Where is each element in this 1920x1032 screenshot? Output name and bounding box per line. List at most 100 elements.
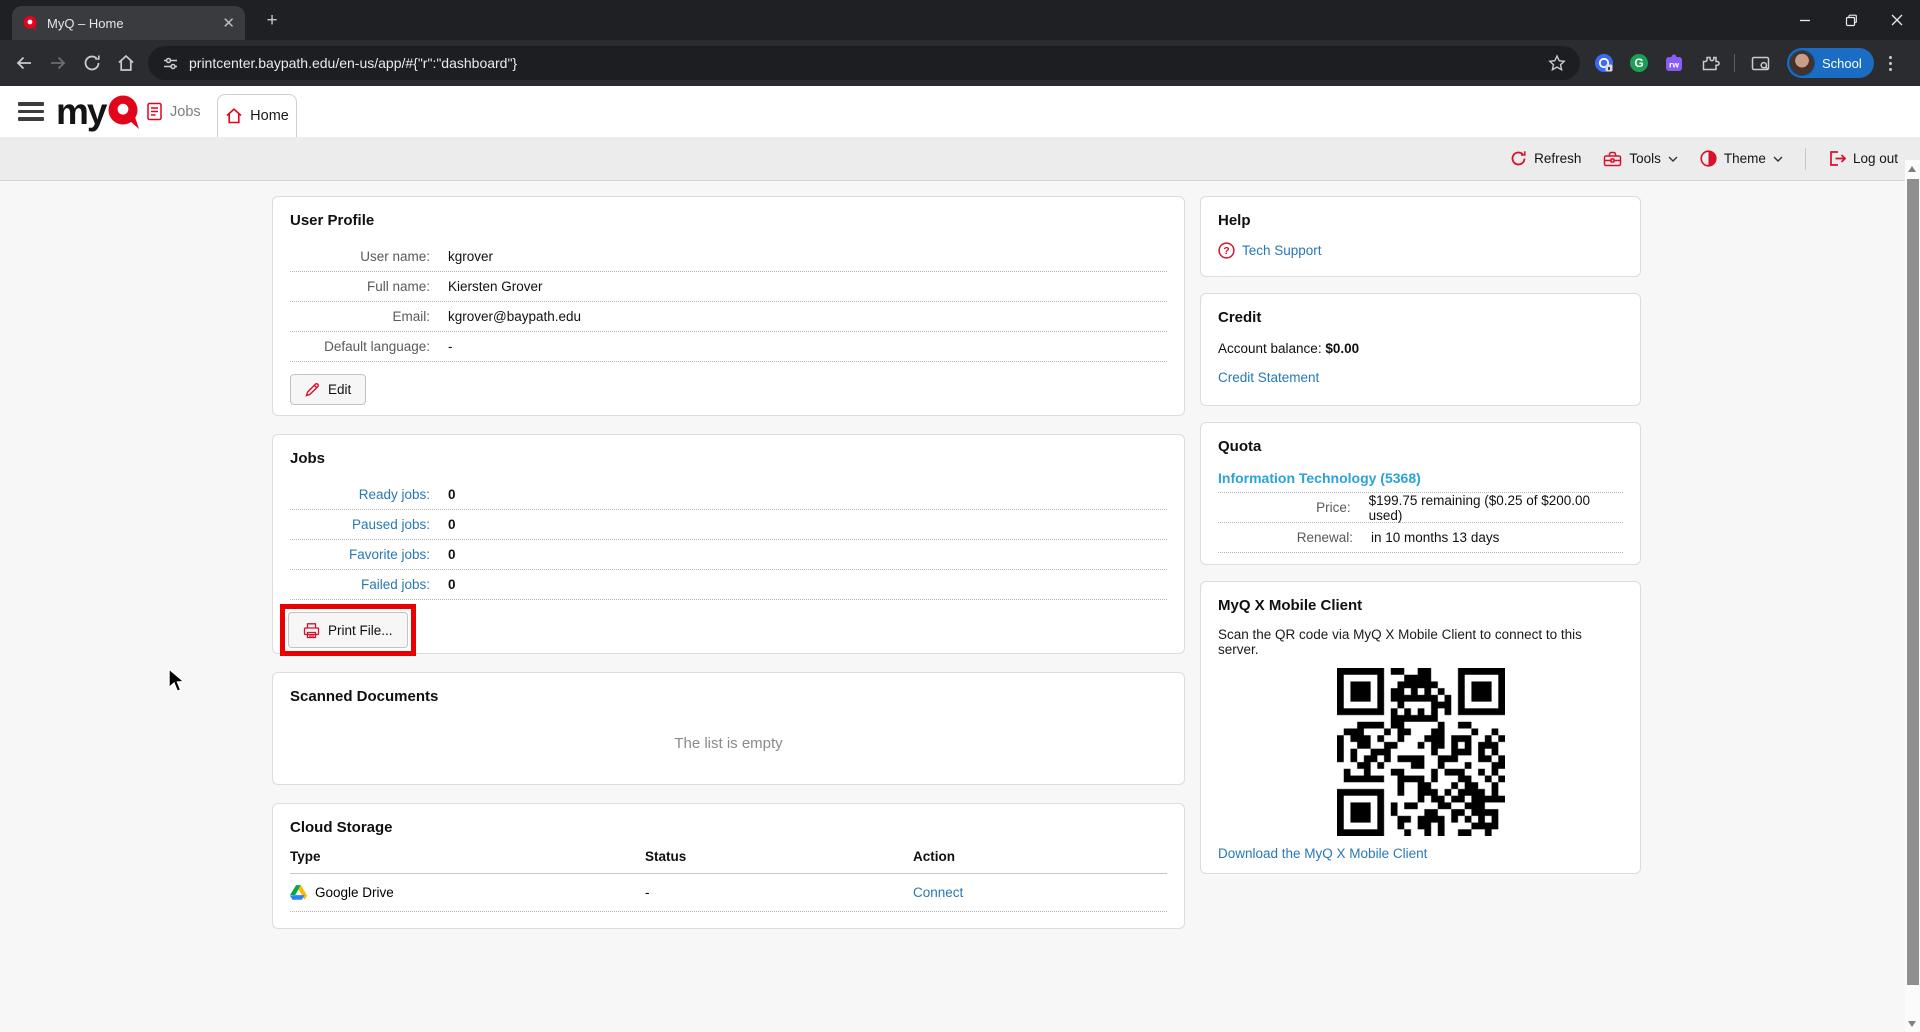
- row-value: 0: [448, 487, 456, 502]
- tab-home[interactable]: Home: [217, 94, 297, 137]
- print-file-label: Print File...: [328, 622, 393, 638]
- chevron-down-icon: [1773, 156, 1783, 162]
- home-icon: [225, 107, 243, 125]
- jobs-document-icon: [146, 102, 163, 121]
- site-settings-icon[interactable]: [162, 55, 179, 72]
- jobs-row-failed: Failed jobs: 0: [290, 570, 1167, 600]
- dashboard-content: User Profile User name: kgrover Full nam…: [0, 181, 1920, 1032]
- tab-close-icon[interactable]: ✕: [222, 16, 235, 31]
- theme-button[interactable]: Theme: [1700, 150, 1783, 167]
- pencil-icon: [305, 382, 320, 397]
- column-status: Status: [645, 849, 687, 864]
- extensions-puzzle-icon[interactable]: [1695, 49, 1723, 77]
- cloud-storage-card: Cloud Storage Type Status Action Google …: [272, 803, 1185, 929]
- refresh-button[interactable]: Refresh: [1510, 150, 1581, 167]
- credit-title: Credit: [1218, 309, 1262, 326]
- ready-jobs-link[interactable]: Ready jobs:: [290, 487, 430, 502]
- user-profile-card: User Profile User name: kgrover Full nam…: [272, 196, 1185, 416]
- column-type: Type: [290, 849, 321, 864]
- failed-jobs-link[interactable]: Failed jobs:: [290, 577, 430, 592]
- url-text[interactable]: printcenter.baypath.edu/en-us/app/#{"r":…: [189, 55, 1538, 71]
- quota-row-renewal: Renewal: in 10 months 13 days: [1218, 523, 1623, 553]
- quota-card: Quota Information Technology (5368) Pric…: [1200, 422, 1641, 565]
- profile-row-email: Email: kgrover@baypath.edu: [290, 302, 1167, 332]
- url-bar[interactable]: printcenter.baypath.edu/en-us/app/#{"r":…: [148, 46, 1580, 80]
- question-circle-icon: ?: [1218, 242, 1235, 259]
- empty-list-text: The list is empty: [674, 735, 783, 752]
- refresh-icon: [1511, 151, 1526, 166]
- account-balance: Account balance: $0.00: [1218, 341, 1623, 356]
- read-write-extension-icon[interactable]: rw: [1660, 49, 1688, 77]
- google-drive-icon: [290, 885, 307, 900]
- jobs-row-favorite: Favorite jobs: 0: [290, 540, 1167, 570]
- row-value: $199.75 remaining ($0.25 of $200.00 used…: [1368, 492, 1591, 523]
- download-mobile-client-link[interactable]: Download the MyQ X Mobile Client: [1218, 846, 1427, 861]
- paused-jobs-link[interactable]: Paused jobs:: [290, 517, 430, 532]
- storage-status: -: [645, 885, 650, 900]
- window-minimize-button[interactable]: [1782, 0, 1828, 40]
- home-button[interactable]: [110, 47, 142, 79]
- profile-row-language: Default language: -: [290, 332, 1167, 362]
- tools-button[interactable]: Tools: [1603, 150, 1678, 167]
- logout-button[interactable]: Log out: [1828, 150, 1898, 167]
- new-tab-button[interactable]: +: [260, 9, 284, 33]
- password-manager-extension-icon[interactable]: [1590, 49, 1618, 77]
- scrollbar-down-arrow[interactable]: [1908, 1021, 1916, 1027]
- scanned-documents-title: Scanned Documents: [290, 688, 439, 705]
- window-close-button[interactable]: [1874, 0, 1920, 40]
- window-restore-button[interactable]: [1828, 0, 1874, 40]
- quota-title: Quota: [1218, 438, 1262, 455]
- print-file-highlight-annotation: Print File...: [280, 604, 416, 656]
- row-value: -: [448, 339, 453, 354]
- tab-jobs[interactable]: Jobs: [146, 86, 201, 137]
- favorite-jobs-link[interactable]: Favorite jobs:: [290, 547, 430, 562]
- page-scrollbar[interactable]: [1905, 160, 1920, 1032]
- connect-link[interactable]: Connect: [913, 885, 963, 900]
- edit-button[interactable]: Edit: [290, 374, 367, 405]
- qr-code-image: [1336, 668, 1505, 836]
- browser-menu-icon[interactable]: [1888, 55, 1892, 71]
- cloud-storage-title: Cloud Storage: [290, 819, 393, 836]
- profile-name: School: [1822, 55, 1862, 71]
- tools-icon: [1604, 151, 1622, 167]
- jobs-row-ready: Ready jobs: 0: [290, 480, 1167, 510]
- hamburger-menu-icon[interactable]: [18, 102, 44, 121]
- browser-toolbar: printcenter.baypath.edu/en-us/app/#{"r":…: [0, 40, 1920, 86]
- myq-logo: my: [56, 91, 142, 133]
- forward-button[interactable]: [42, 47, 74, 79]
- myq-favicon-icon: [22, 15, 38, 31]
- row-label: Email:: [392, 309, 430, 324]
- reload-button[interactable]: [76, 47, 108, 79]
- jobs-row-paused: Paused jobs: 0: [290, 510, 1167, 540]
- jobs-card: Jobs Ready jobs: 0 Paused jobs: 0 Favori…: [272, 434, 1185, 656]
- printer-icon: [303, 622, 320, 638]
- logout-icon: [1830, 151, 1846, 166]
- print-file-button[interactable]: Print File...: [288, 612, 408, 648]
- row-value: in 10 months 13 days: [1371, 530, 1500, 545]
- scrollbar-thumb[interactable]: [1907, 179, 1919, 985]
- mouse-cursor: [168, 668, 187, 694]
- logo-text: my: [56, 91, 108, 132]
- tab-home-label: Home: [250, 108, 289, 124]
- row-value: Kiersten Grover: [448, 279, 543, 294]
- storage-type: Google Drive: [315, 885, 394, 900]
- grammarly-extension-icon[interactable]: G: [1625, 49, 1653, 77]
- back-button[interactable]: [8, 47, 40, 79]
- jobs-title: Jobs: [290, 450, 326, 467]
- tab-jobs-label: Jobs: [170, 103, 201, 120]
- credit-card: Credit Account balance: $0.00 Credit Sta…: [1200, 293, 1641, 406]
- browser-tab-strip: MyQ – Home ✕ +: [0, 0, 1920, 40]
- side-panel-search-icon[interactable]: [1746, 49, 1774, 77]
- chevron-down-icon: [1668, 156, 1678, 162]
- bookmark-star-icon[interactable]: [1548, 54, 1566, 72]
- browser-tab[interactable]: MyQ – Home ✕: [12, 6, 245, 40]
- theme-label: Theme: [1723, 151, 1766, 166]
- mobile-client-title: MyQ X Mobile Client: [1218, 597, 1363, 614]
- scrollbar-up-arrow[interactable]: [1908, 166, 1916, 172]
- credit-statement-link[interactable]: Credit Statement: [1218, 370, 1319, 385]
- tab-title: MyQ – Home: [47, 15, 124, 31]
- tech-support-link[interactable]: Tech Support: [1242, 243, 1322, 258]
- tools-label: Tools: [1629, 151, 1661, 166]
- browser-profile-button[interactable]: School: [1787, 48, 1874, 78]
- quota-department-link[interactable]: Information Technology (5368): [1218, 470, 1421, 486]
